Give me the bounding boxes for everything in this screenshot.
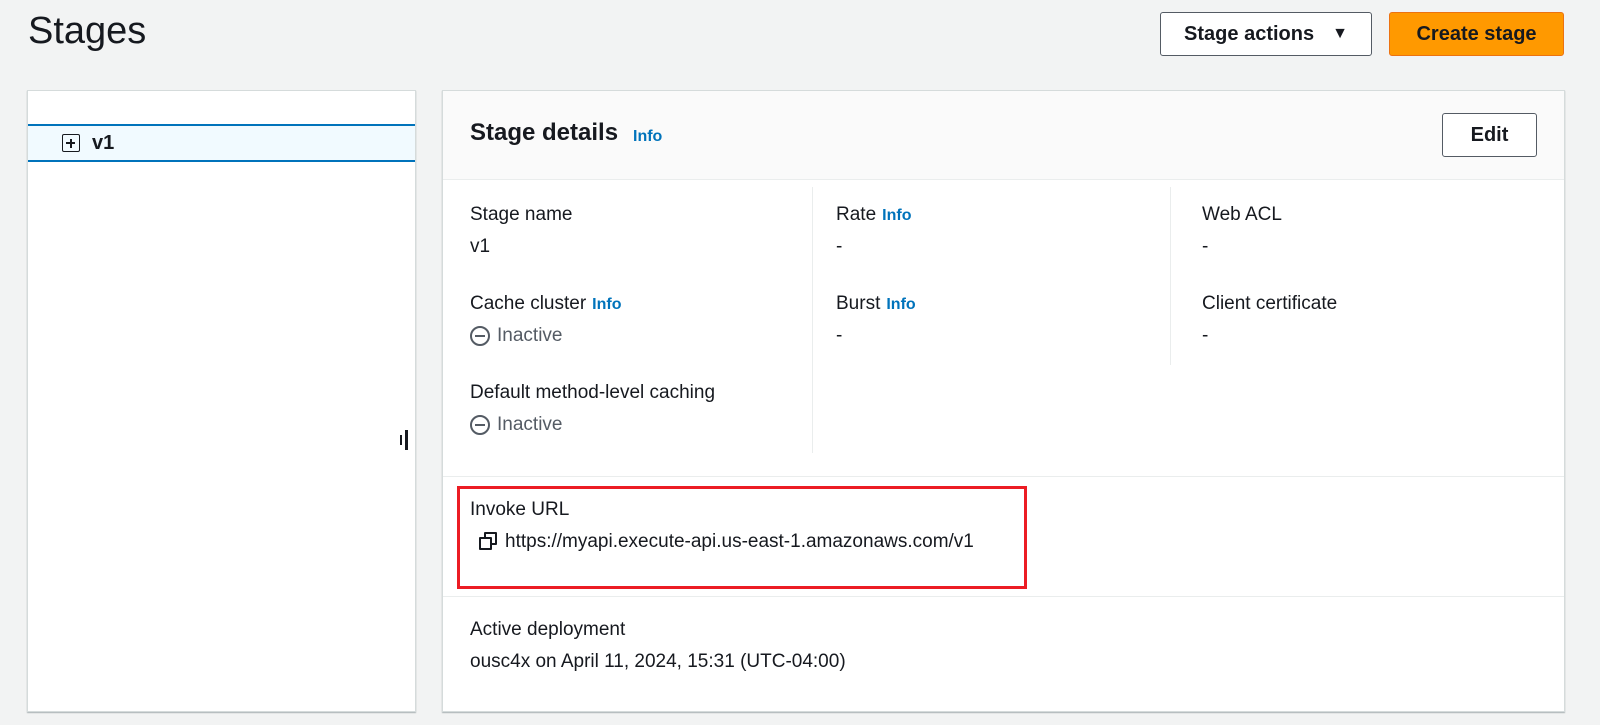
stage-name-label: Stage name: [470, 204, 573, 225]
tree-item-v1[interactable]: v1: [28, 124, 415, 162]
burst-field: Burst Info -: [836, 293, 916, 347]
edit-button[interactable]: Edit: [1442, 113, 1537, 157]
cache-cluster-info-link[interactable]: Info: [592, 296, 621, 313]
client-certificate-label: Client certificate: [1202, 293, 1338, 314]
cache-cluster-value: Inactive: [497, 325, 563, 346]
stage-actions-button[interactable]: Stage actions ▼: [1160, 12, 1372, 56]
expand-icon[interactable]: [62, 134, 80, 152]
active-deployment-label: Active deployment: [470, 619, 626, 640]
burst-label: Burst: [836, 293, 881, 314]
panel-header: Stage details Info Edit: [443, 91, 1564, 180]
method-caching-field: Default method-level caching Inactive: [470, 382, 715, 436]
inactive-icon: [470, 415, 490, 435]
rate-info-link[interactable]: Info: [882, 207, 911, 224]
tree-item-label: v1: [92, 131, 115, 154]
stage-name-field: Stage name v1: [470, 204, 572, 258]
stage-details-panel: Stage details Info Edit Stage name v1 Ca…: [442, 90, 1565, 712]
rate-field: Rate Info -: [836, 204, 911, 258]
section-divider: [443, 596, 1564, 597]
column-divider: [812, 187, 813, 453]
create-stage-button[interactable]: Create stage: [1389, 12, 1564, 56]
invoke-url-value[interactable]: https://myapi.execute-api.us-east-1.amaz…: [505, 531, 974, 553]
invoke-url-field: Invoke URL https://myapi.execute-api.us-…: [470, 499, 974, 553]
rate-value: -: [836, 236, 843, 257]
web-acl-label: Web ACL: [1202, 204, 1282, 225]
web-acl-field: Web ACL -: [1202, 204, 1282, 258]
burst-info-link[interactable]: Info: [886, 296, 915, 313]
method-caching-label: Default method-level caching: [470, 382, 716, 403]
active-deployment-value: ousc4x on April 11, 2024, 15:31 (UTC-04:…: [470, 651, 846, 672]
invoke-url-label: Invoke URL: [470, 499, 570, 520]
rate-label: Rate: [836, 204, 877, 225]
stage-actions-label: Stage actions: [1184, 22, 1315, 45]
client-certificate-value: -: [1202, 325, 1209, 346]
column-divider: [1170, 187, 1171, 365]
panel-title: Stage details: [470, 119, 619, 146]
web-acl-value: -: [1202, 236, 1209, 257]
cache-cluster-label: Cache cluster: [470, 293, 587, 314]
page-title: Stages: [28, 10, 147, 52]
inactive-icon: [470, 326, 490, 346]
burst-value: -: [836, 325, 843, 346]
caret-down-icon: ▼: [1332, 25, 1348, 42]
stage-name-value: v1: [470, 236, 491, 257]
client-certificate-field: Client certificate -: [1202, 293, 1337, 347]
section-divider: [443, 476, 1564, 477]
cache-cluster-field: Cache cluster Info Inactive: [470, 293, 622, 347]
stages-tree-panel: v1: [27, 90, 416, 712]
method-caching-value: Inactive: [497, 414, 563, 435]
active-deployment-field: Active deployment ousc4x on April 11, 20…: [470, 619, 846, 673]
stage-details-info-link[interactable]: Info: [633, 128, 662, 146]
copy-icon[interactable]: [478, 532, 498, 552]
resize-handle[interactable]: [400, 430, 410, 450]
